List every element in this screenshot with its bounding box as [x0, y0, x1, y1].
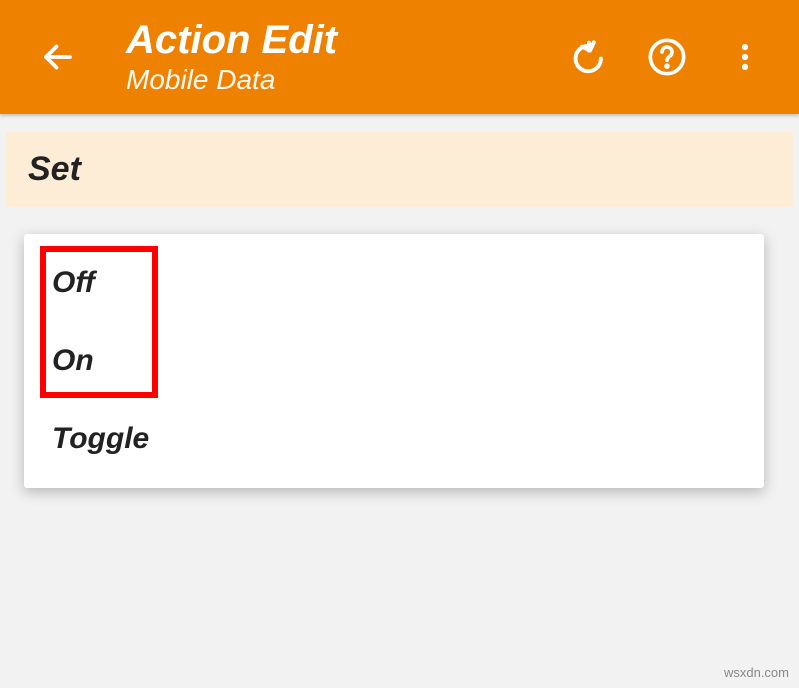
- dropdown-item-off[interactable]: Off: [24, 244, 764, 322]
- content-area: Set: [0, 114, 799, 207]
- help-button[interactable]: [643, 33, 691, 81]
- dropdown-menu: Off On Toggle: [24, 234, 764, 488]
- undo-button[interactable]: [565, 33, 613, 81]
- help-icon: [647, 37, 687, 77]
- undo-icon: [570, 38, 608, 76]
- page-title: Action Edit: [126, 18, 565, 62]
- title-block: Action Edit Mobile Data: [126, 18, 565, 96]
- more-button[interactable]: [721, 33, 769, 81]
- more-vert-icon: [728, 40, 762, 74]
- section-header-set: Set: [6, 132, 793, 207]
- dropdown-item-on[interactable]: On: [24, 322, 764, 400]
- app-bar: Action Edit Mobile Data: [0, 0, 799, 114]
- back-button[interactable]: [30, 29, 86, 85]
- arrow-back-icon: [40, 39, 76, 75]
- page-subtitle: Mobile Data: [126, 64, 565, 96]
- watermark: wsxdn.com: [724, 665, 789, 680]
- action-icons: [565, 33, 779, 81]
- dropdown-item-toggle[interactable]: Toggle: [24, 400, 764, 478]
